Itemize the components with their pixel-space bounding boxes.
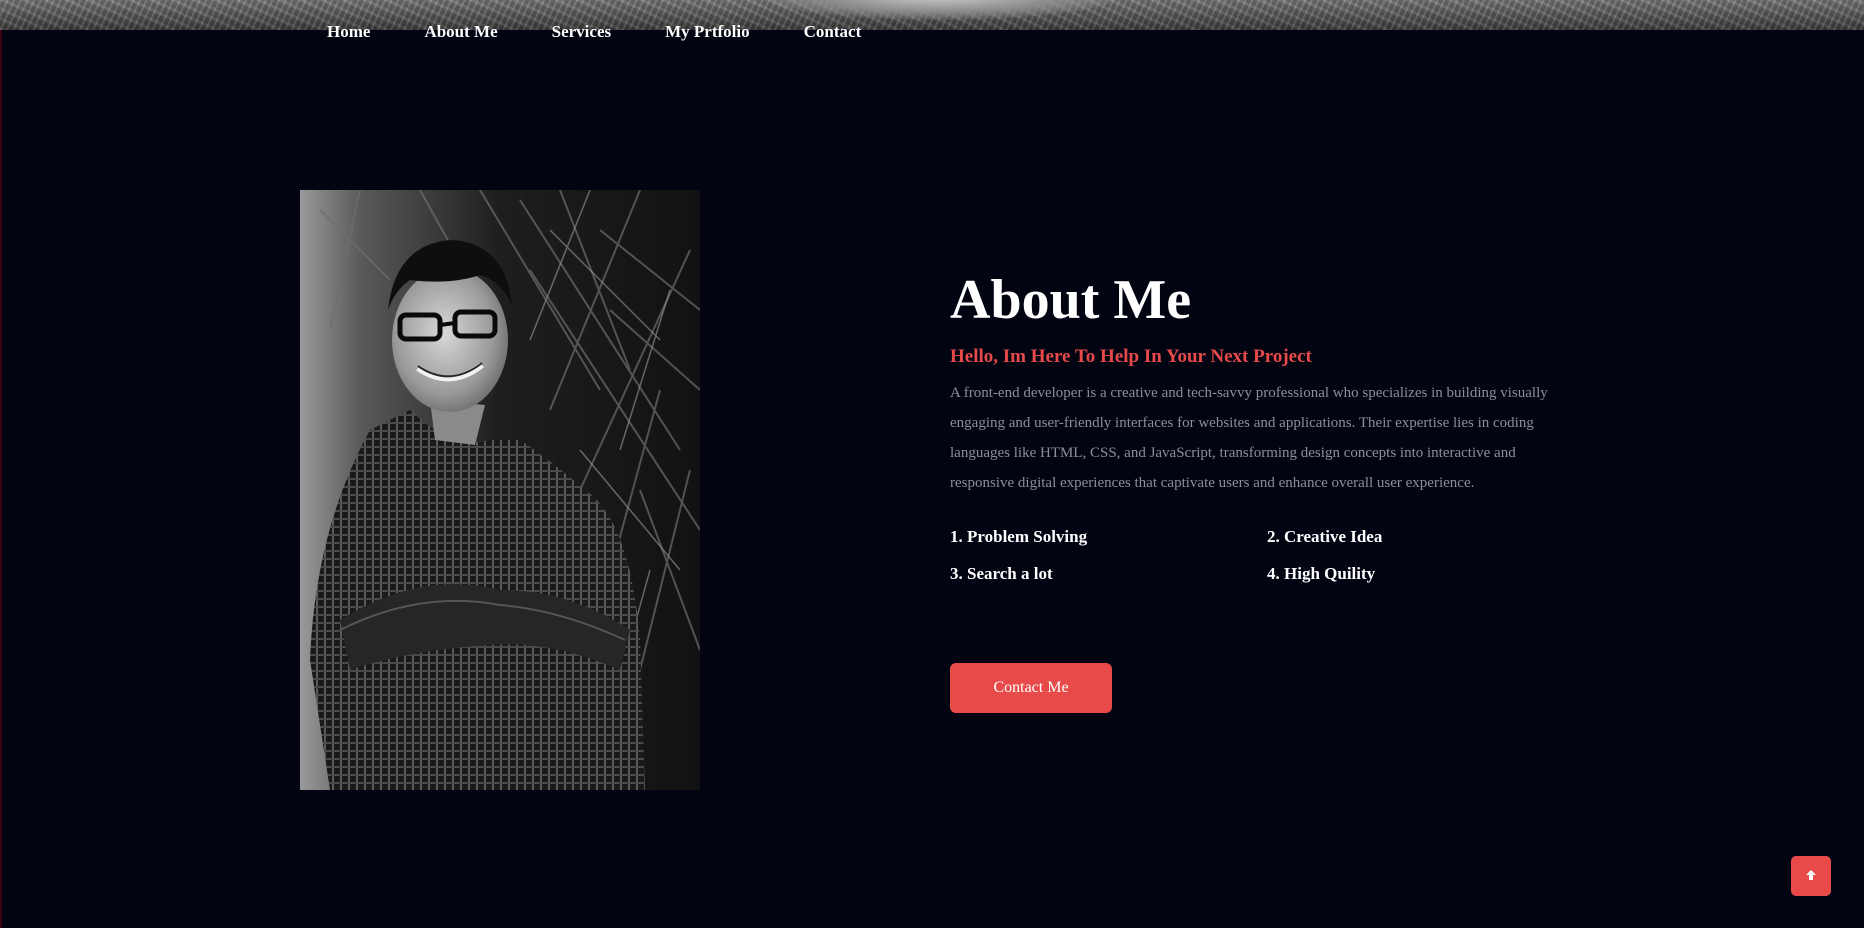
- contact-me-button[interactable]: Contact Me: [950, 663, 1112, 713]
- nav-services-link[interactable]: Services: [552, 22, 611, 42]
- back-to-top-button[interactable]: [1791, 856, 1831, 896]
- nav-portfolio-link[interactable]: My Prtfolio: [665, 22, 750, 42]
- skill-item: 1. Problem Solving: [950, 527, 1088, 546]
- nav-home-link[interactable]: Home: [327, 22, 370, 42]
- about-title: About Me: [950, 269, 1192, 331]
- skill-item: 2. Creative Idea: [1267, 527, 1383, 546]
- about-subtitle: Hello, Im Here To Help In Your Next Proj…: [950, 346, 1312, 367]
- nav-contact-link[interactable]: Contact: [804, 22, 862, 42]
- skill-item: 3. Search a lot: [950, 564, 1053, 583]
- skills-list: 1. Problem Solving 2. Creative Idea 3. S…: [950, 523, 1580, 587]
- main-nav: Home About Me Services My Prtfolio Conta…: [327, 20, 915, 44]
- arrow-up-icon: [1804, 868, 1818, 885]
- hero-image-strip: [0, 0, 1864, 30]
- about-section: About Me Hello, Im Here To Help In Your …: [950, 262, 1580, 587]
- profile-photo: [300, 190, 700, 790]
- about-description: A front-end developer is a creative and …: [950, 385, 1548, 491]
- nav-about-link[interactable]: About Me: [424, 22, 497, 42]
- skill-item: 4. High Quility: [1267, 564, 1376, 583]
- page-left-edge: [0, 0, 2, 928]
